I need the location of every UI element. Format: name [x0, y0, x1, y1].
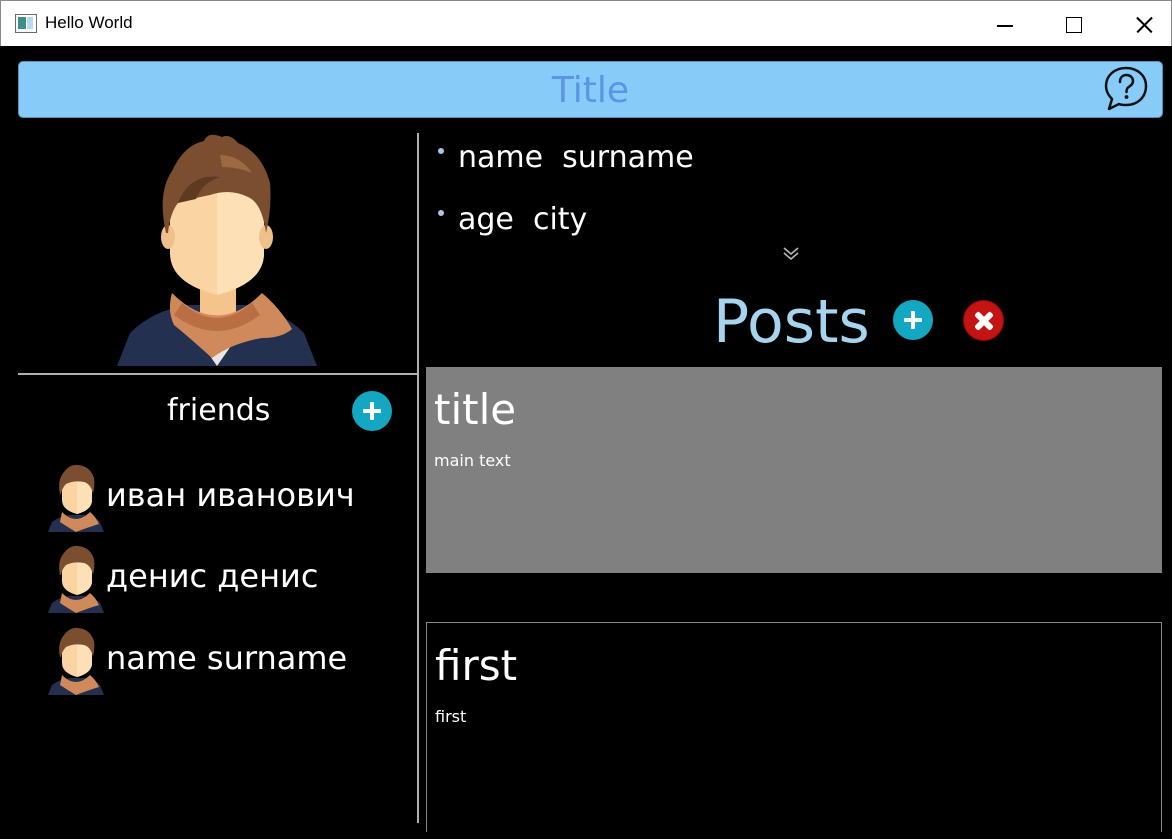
- profile-name-text: name surname: [458, 140, 694, 175]
- window-titlebar: Hello World: [0, 0, 1172, 46]
- user-avatar-illustration: [117, 134, 317, 366]
- bullet-icon: [438, 209, 444, 216]
- friend-name: name surname: [106, 639, 348, 677]
- window-title: Hello World: [45, 13, 133, 32]
- add-post-button[interactable]: [893, 300, 933, 340]
- post-title: first: [435, 641, 518, 690]
- friend-name: иван иванович: [106, 476, 355, 514]
- friend-item[interactable]: денис денис: [46, 543, 386, 613]
- add-friend-button[interactable]: [352, 391, 392, 431]
- post-title: title: [434, 385, 517, 434]
- profile-age-line: age city: [438, 202, 587, 237]
- posts-heading: Posts: [713, 287, 870, 357]
- friend-name: денис денис: [106, 557, 319, 595]
- post-card[interactable]: first first: [426, 622, 1162, 832]
- friend-avatar-icon: [48, 627, 104, 695]
- profile-name-line: name surname: [438, 140, 694, 175]
- page-title: Title: [551, 70, 630, 111]
- remove-post-button[interactable]: [963, 300, 1004, 341]
- friend-avatar-icon: [48, 464, 104, 532]
- friends-label: friends: [167, 393, 271, 428]
- close-window-button[interactable]: [1107, 1, 1172, 47]
- minimize-button[interactable]: [971, 1, 1041, 47]
- post-text: first: [435, 707, 467, 726]
- friend-item[interactable]: иван иванович: [46, 462, 386, 532]
- profile-age-text: age city: [458, 202, 588, 237]
- chevron-double-down-icon[interactable]: [782, 245, 800, 261]
- post-card[interactable]: title main text: [426, 367, 1162, 573]
- vertical-divider: [417, 133, 419, 823]
- friend-avatar-icon: [48, 545, 104, 613]
- app-window-icon: [15, 14, 37, 33]
- header-bar: Title: [18, 61, 1163, 118]
- friend-item[interactable]: name surname: [46, 625, 386, 695]
- post-text: main text: [434, 451, 511, 470]
- maximize-button[interactable]: [1039, 1, 1109, 47]
- help-chat-icon[interactable]: [1102, 65, 1150, 113]
- bullet-icon: [438, 147, 444, 154]
